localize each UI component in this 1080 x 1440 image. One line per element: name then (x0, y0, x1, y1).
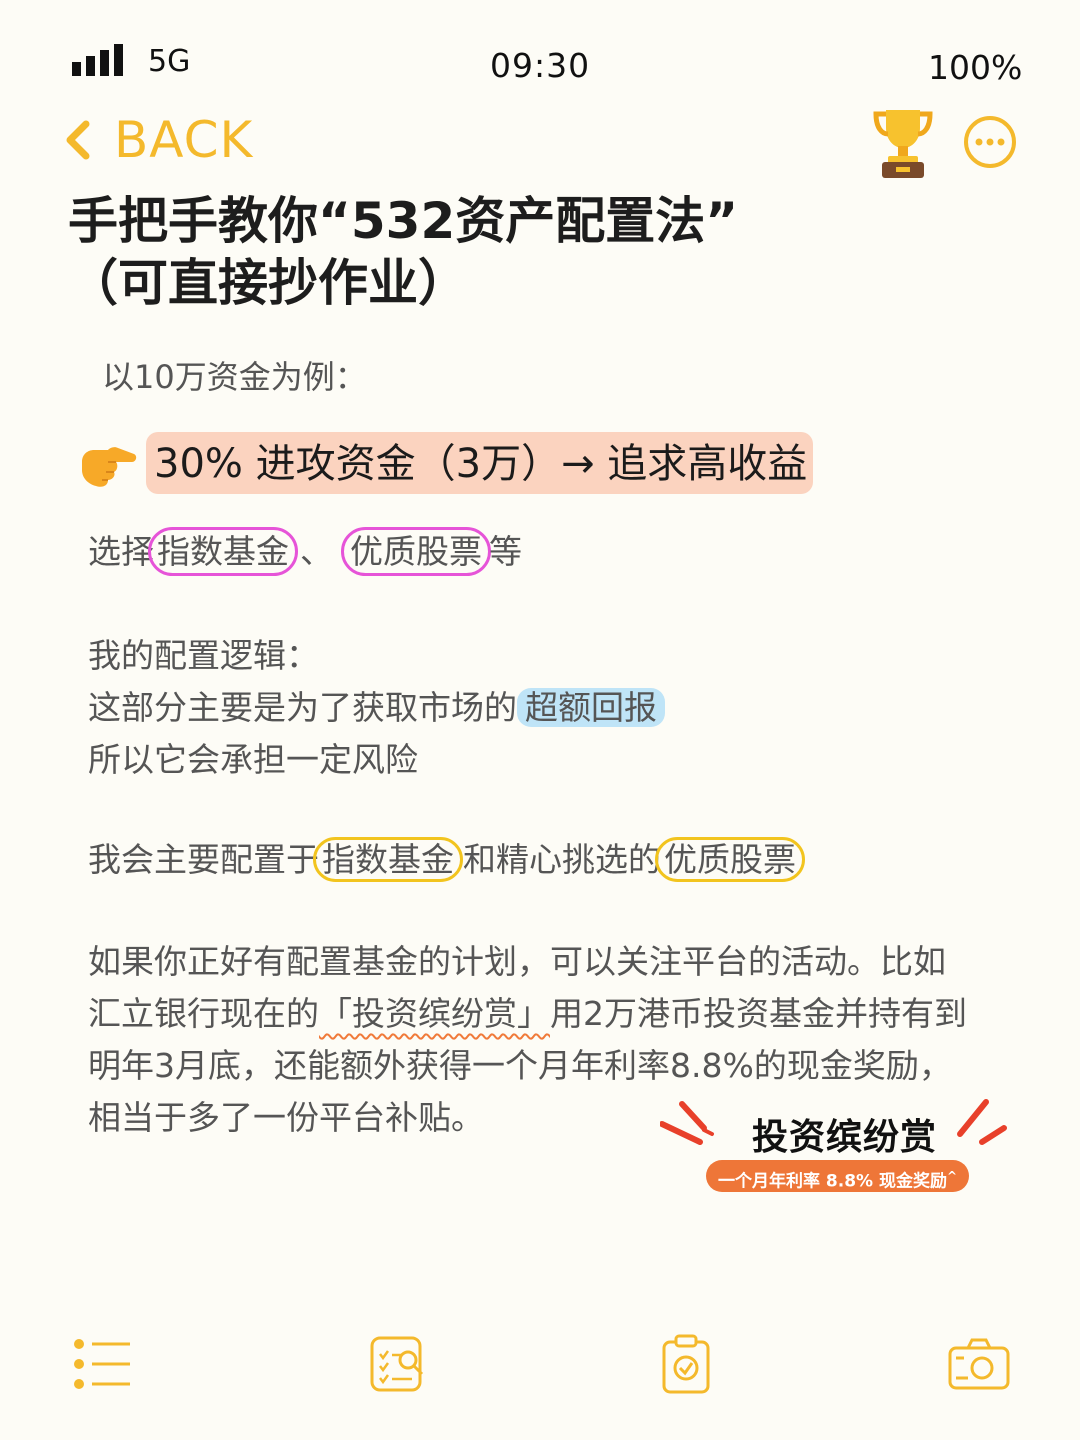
title-line-1: 手把手教你“532资产配置法” (68, 192, 739, 250)
promo-line-2-b: 用2万港币投资基金并持有到 (550, 994, 967, 1033)
more-icon[interactable] (962, 114, 1018, 170)
quality-stock-circled: 优质股票 (341, 527, 491, 576)
allocation-middle: 和精心挑选的 (463, 840, 661, 879)
quality-stock-yellow-circled: 优质股票 (655, 837, 805, 882)
pointing-hand-icon (82, 447, 137, 487)
camera-icon[interactable] (948, 1334, 1010, 1396)
network-label: 5G (148, 44, 191, 79)
logic-line-3: 所以它会承担一定风险 (88, 740, 418, 779)
choose-suffix: 等 (489, 532, 522, 571)
highlight-banner: 30% 进攻资金（3万）→ 追求高收益 (146, 432, 814, 494)
index-fund-circled: 指数基金 (148, 527, 298, 576)
promo-line-2: 汇立银行现在的「投资缤纷赏」用2万港币投资基金并持有到 (88, 988, 1038, 1040)
badge-pill-mark: ^ (947, 1169, 958, 1183)
allocation-line: 我会主要配置于指数基金 和精心挑选的优质股票 (88, 834, 805, 886)
badge-pill-text: 一个月年利率 8.8% 现金奖励 (718, 1171, 947, 1192)
back-button[interactable]: BACK (64, 110, 253, 170)
logic-heading: 我的配置逻辑： (88, 636, 319, 675)
page-title: 手把手教你“532资产配置法” （可直接抄作业） (68, 190, 1008, 314)
badge-title: 投资缤纷赏 (752, 1117, 938, 1158)
list-icon[interactable] (72, 1334, 134, 1396)
excess-return-highlight: 超额回报 (517, 688, 665, 727)
choose-prefix: 选择 (88, 532, 154, 571)
subtitle: 以10万资金为例： (102, 358, 367, 396)
trophy-icon[interactable] (872, 106, 934, 178)
badge-pill: 一个月年利率 8.8% 现金奖励^ (706, 1160, 970, 1192)
choose-line: 选择指数基金、优质股票等 (88, 526, 522, 578)
event-name: 「投资缤纷赏」 (319, 994, 550, 1033)
clipboard-check-icon[interactable] (656, 1334, 718, 1396)
chevron-left-icon (66, 120, 90, 160)
logic-line-2-prefix: 这部分主要是为了获取市场的 (88, 688, 517, 727)
signal-icon (72, 44, 123, 76)
status-time: 09:30 (490, 46, 591, 85)
allocation-prefix: 我会主要配置于 (88, 840, 319, 879)
title-line-2: （可直接抄作业） (68, 254, 468, 312)
battery-level: 100% (928, 48, 1023, 87)
promo-line-1: 如果你正好有配置基金的计划，可以关注平台的活动。比如 (88, 942, 946, 981)
promo-line-3: 明年3月底，还能额外获得一个月年利率8.8%的现金奖励， (88, 1046, 952, 1085)
logic-line-2: 这部分主要是为了获取市场的 超额回报 (88, 682, 665, 734)
checklist-search-icon[interactable] (368, 1334, 430, 1396)
promo-line-2-a: 汇立银行现在的 (88, 994, 319, 1033)
index-fund-yellow-circled: 指数基金 (313, 837, 463, 882)
back-label: BACK (114, 111, 254, 169)
choose-sep: 、 (300, 532, 333, 571)
